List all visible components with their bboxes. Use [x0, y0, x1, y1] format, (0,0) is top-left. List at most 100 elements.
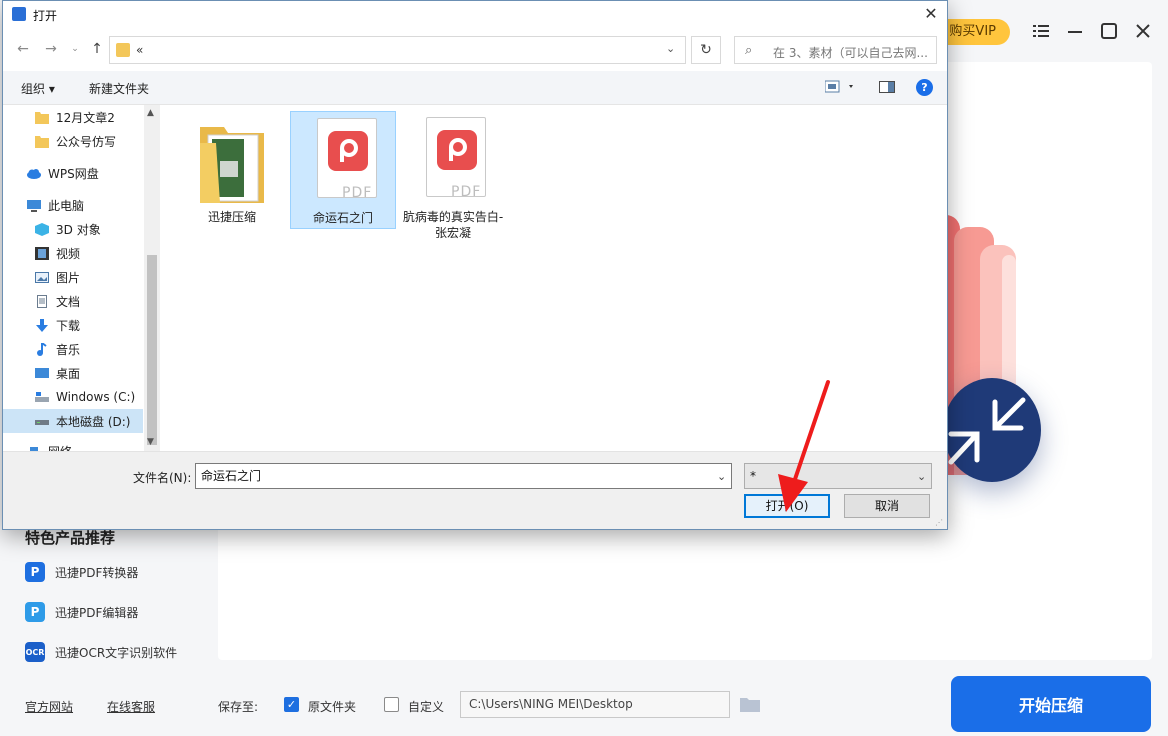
file-name: 命运石之门 [312, 211, 373, 225]
chevron-down-icon[interactable]: ⌄ [717, 470, 726, 483]
video-icon [35, 246, 49, 260]
custom-folder-label: 自定义 [408, 700, 445, 714]
browse-folder-icon[interactable] [740, 696, 760, 712]
nav-item-label: 3D 对象 [56, 222, 101, 237]
new-folder-button[interactable]: 新建文件夹 [89, 80, 149, 97]
pdf-file-icon: PDF [426, 117, 486, 200]
nav-item-label: 下载 [56, 318, 81, 333]
nav-item-downloads[interactable]: 下载 [3, 313, 143, 337]
file-type-select[interactable]: * [744, 463, 932, 489]
file-item-pdf[interactable]: PDF 肮病毒的真实告白-张宏凝 [400, 111, 506, 240]
file-list: 迅捷压缩 PDF 命运石之门 PDF 肮病毒的真实告白-张宏凝 [160, 105, 947, 451]
nav-item-label: 图片 [56, 270, 81, 285]
scroll-down-icon[interactable]: ▼ [147, 437, 154, 447]
nav-item-this-pc[interactable]: 此电脑 [3, 193, 143, 217]
file-item-folder[interactable]: 迅捷压缩 [180, 111, 286, 229]
up-arrow-icon[interactable]: ↑ [87, 39, 107, 59]
menu-icon[interactable] [1030, 20, 1052, 42]
start-compress-button[interactable]: 开始压缩 [951, 676, 1151, 732]
dialog-bottom-bar: 文件名(N): 命运石之门 ⌄ * ⌄ 打开(O) 取消 ⋰ [3, 451, 947, 529]
chevron-down-icon[interactable]: ⌄ [666, 42, 675, 55]
resize-grip-icon[interactable]: ⋰ [935, 518, 943, 527]
nav-item-desktop[interactable]: 桌面 [3, 361, 143, 385]
nav-item-label: 桌面 [56, 366, 81, 381]
save-path-field[interactable]: C:\Users\NING MEI\Desktop [460, 691, 730, 718]
organize-button[interactable]: 组织 ▾ [21, 80, 55, 97]
nav-item-label: 视频 [56, 246, 81, 261]
nav-item-label: 12月文章2 [56, 110, 115, 125]
nav-item-drive-c[interactable]: Windows (C:) [3, 385, 143, 409]
app-footer: 官方网站 在线客服 保存至: ✓ 原文件夹 自定义 C:\Users\NING … [0, 676, 1168, 736]
nav-item-3d-objects[interactable]: 3D 对象 [3, 217, 143, 241]
nav-item-label: 网络 [48, 443, 72, 452]
nav-item-label: 本地磁盘 (D:) [56, 414, 131, 429]
file-item-pdf-selected[interactable]: PDF 命运石之门 [290, 111, 396, 229]
minimize-icon[interactable] [1064, 20, 1086, 42]
nav-item-music[interactable]: 音乐 [3, 337, 143, 361]
nav-item-wps-cloud[interactable]: WPS网盘 [3, 161, 143, 185]
cancel-button[interactable]: 取消 [844, 494, 930, 518]
recommend-item-pdf-converter[interactable]: P 迅捷PDF转换器 [25, 561, 138, 583]
documents-icon [37, 294, 47, 308]
original-folder-label: 原文件夹 [308, 700, 357, 714]
recommend-item-label: 迅捷PDF转换器 [55, 565, 139, 580]
search-icon: ⌕ [745, 43, 753, 58]
pictures-icon [35, 271, 49, 283]
dialog-close-icon[interactable]: ✕ [919, 4, 943, 26]
folder-icon [116, 43, 130, 57]
nav-item-label: 此电脑 [48, 198, 85, 213]
pdf-file-icon: PDF [317, 118, 377, 201]
recommend-item-ocr[interactable]: OCR 迅捷OCR文字识别软件 [25, 641, 177, 663]
save-to-label: 保存至: [218, 700, 259, 714]
nav-item-pictures[interactable]: 图片 [3, 265, 143, 289]
online-service-link[interactable]: 在线客服 [107, 698, 155, 715]
nav-item-drive-d[interactable]: 本地磁盘 (D:) [3, 409, 143, 433]
file-name: 肮病毒的真实告白-张宏凝 [402, 210, 504, 240]
original-folder-checkbox[interactable]: ✓ [284, 697, 299, 712]
nav-item-videos[interactable]: 视频 [3, 241, 143, 265]
file-name-input[interactable]: 命运石之门 [195, 463, 732, 489]
navigation-pane: 12月文章2 公众号仿写 WPS网盘 此电脑 3D 对象 视频 图片 文档 下载… [3, 105, 160, 451]
search-input[interactable]: ⌕ 在 3、素材（可以自己去网... [734, 36, 937, 64]
drive-icon [35, 419, 49, 425]
nav-item-label: 文档 [56, 294, 81, 309]
scroll-thumb[interactable] [147, 255, 157, 445]
refresh-icon[interactable]: ↻ [691, 36, 721, 64]
custom-folder-checkbox[interactable] [384, 697, 399, 712]
compress-arrows-icon [943, 378, 1041, 482]
official-site-link[interactable]: 官方网站 [25, 698, 73, 715]
pdf-converter-icon: P [25, 562, 45, 582]
nav-item-network[interactable]: 网络 [3, 439, 143, 451]
open-button[interactable]: 打开(O) [744, 494, 830, 518]
recent-chevron-icon[interactable]: ⌄ [65, 39, 85, 59]
recommend-item-pdf-editor[interactable]: P 迅捷PDF编辑器 [25, 601, 138, 623]
recommend-item-label: 迅捷OCR文字识别软件 [55, 645, 178, 660]
close-icon[interactable] [1132, 20, 1154, 42]
download-icon [36, 318, 48, 332]
desktop-icon [35, 367, 49, 378]
pdf-editor-icon: P [25, 602, 45, 622]
help-icon[interactable]: ? [916, 79, 933, 96]
preview-pane-icon[interactable] [879, 80, 895, 94]
forward-arrow-icon[interactable]: → [41, 39, 61, 59]
dialog-title: 打开 [33, 9, 58, 23]
ocr-icon: OCR [25, 642, 45, 662]
folder-icon [35, 111, 49, 124]
file-name: 迅捷压缩 [207, 210, 256, 224]
nav-item-12yue-wenzhang2[interactable]: 12月文章2 [3, 105, 143, 129]
chevron-down-icon[interactable]: ⌄ [917, 470, 926, 483]
nav-pane-scrollbar[interactable]: ▲ ▼ [144, 105, 160, 451]
windows-drive-icon [35, 391, 49, 402]
nav-item-label: 音乐 [56, 342, 81, 357]
scroll-up-icon[interactable]: ▲ [147, 108, 154, 118]
folder-icon [200, 127, 264, 203]
nav-item-documents[interactable]: 文档 [3, 289, 143, 313]
open-file-dialog: 打开 ✕ ← → ⌄ ↑ « ⌄ ↻ ⌕ 在 3、素材（可以自己去网... 组织… [2, 0, 948, 530]
recommend-title: 特色产品推荐 [25, 529, 116, 547]
address-bar[interactable]: « ⌄ [109, 36, 686, 64]
cloud-icon [27, 168, 41, 179]
maximize-icon[interactable] [1098, 20, 1120, 42]
nav-item-gongzhonghao[interactable]: 公众号仿写 [3, 129, 143, 153]
back-arrow-icon[interactable]: ← [13, 39, 33, 59]
view-options-icon[interactable] [824, 80, 857, 94]
